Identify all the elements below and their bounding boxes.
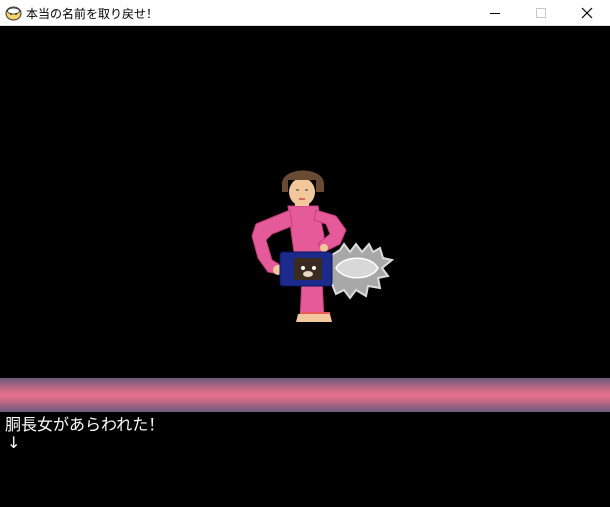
chainsaw-body bbox=[279, 251, 333, 287]
maximize-icon bbox=[536, 8, 546, 18]
title-bar[interactable]: 本当の名前を取り戻せ！ bbox=[0, 0, 610, 26]
app-icon bbox=[5, 5, 22, 21]
minimize-button[interactable] bbox=[472, 0, 518, 26]
continue-arrow-icon[interactable]: ↓ bbox=[7, 432, 20, 454]
close-button[interactable] bbox=[564, 0, 610, 26]
chainsaw-blade bbox=[325, 242, 395, 300]
close-icon bbox=[581, 7, 593, 19]
window-title: 本当の名前を取り戻せ！ bbox=[26, 7, 159, 21]
chainsaw-woman-sprite bbox=[251, 170, 395, 322]
game-window: 本当の名前を取り戻せ！ 胴長女があらわれた！ ↓ bbox=[0, 0, 610, 507]
maximize-button[interactable] bbox=[518, 0, 564, 26]
message-box[interactable]: 胴長女があらわれた！ ↓ bbox=[0, 412, 610, 507]
minimize-icon bbox=[490, 13, 500, 14]
message-divider-band bbox=[0, 378, 610, 412]
message-text: 胴長女があらわれた！ bbox=[5, 415, 165, 434]
